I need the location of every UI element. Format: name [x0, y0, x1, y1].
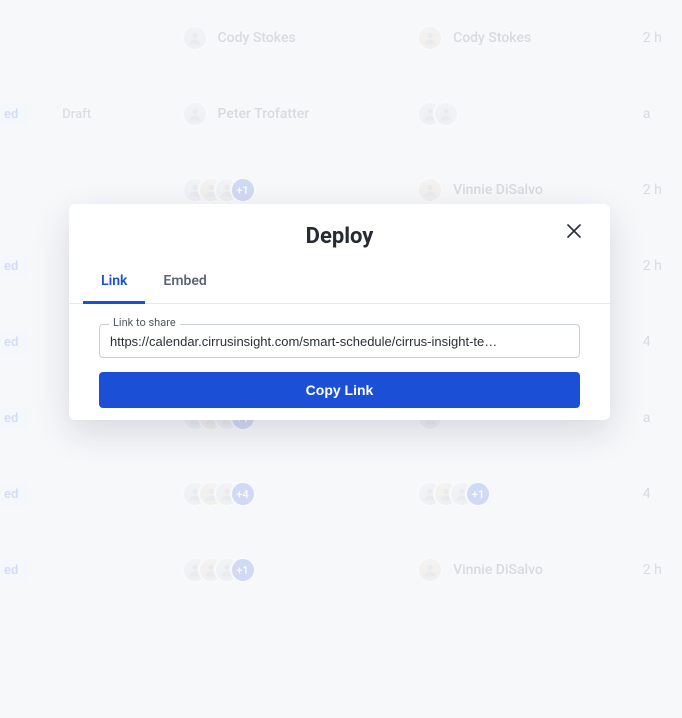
time-text: 4: [643, 334, 651, 350]
link-input[interactable]: [99, 324, 580, 358]
avatar: [417, 557, 443, 583]
time-text: 2 h: [643, 562, 662, 578]
avatar-group: [417, 101, 459, 127]
time-cell: 2 h: [643, 562, 682, 578]
owner-cell: +1: [417, 481, 643, 507]
owner-name: Cody Stokes: [453, 30, 531, 46]
avatar: [182, 25, 208, 51]
shared-cell: +1: [182, 557, 418, 583]
status-badge: ed: [0, 103, 28, 126]
modal-body: Link to share Copy Link: [69, 304, 610, 408]
status-cell: ed: [0, 483, 182, 506]
status-badge: ed: [0, 255, 28, 278]
time-text: a: [643, 106, 651, 122]
avatar-more: +1: [230, 177, 256, 203]
shared-name: Peter Trofatter: [218, 106, 310, 122]
time-text: 2 h: [643, 182, 662, 198]
status-badge: ed: [0, 483, 28, 506]
avatar-group: +1: [417, 481, 491, 507]
table-row: ed +1 Vinnie DiSalvo 2 h: [0, 532, 682, 608]
owner-cell: Cody Stokes: [417, 25, 643, 51]
shared-cell: +4: [182, 481, 418, 507]
status-badge: ed: [0, 559, 28, 582]
time-cell: 4: [643, 486, 682, 502]
deploy-modal: Deploy Link Embed Link to share Copy Lin…: [69, 204, 610, 420]
avatar: [182, 101, 208, 127]
close-button[interactable]: [560, 218, 588, 246]
time-text: a: [643, 410, 651, 426]
owner-name: Vinnie DiSalvo: [453, 562, 543, 578]
shared-cell: +1: [182, 177, 418, 203]
status-cell: ed: [0, 559, 182, 582]
avatar-more: +1: [465, 481, 491, 507]
status-badge: ed: [0, 407, 28, 430]
copy-link-button[interactable]: Copy Link: [99, 372, 580, 408]
tab-embed[interactable]: Embed: [145, 263, 224, 304]
shared-cell: Cody Stokes: [182, 25, 418, 51]
draft-label: Draft: [52, 103, 101, 126]
avatar-group: +1: [182, 557, 256, 583]
modal-title: Deploy: [69, 224, 610, 249]
time-cell: a: [643, 410, 682, 426]
owner-cell: Vinnie DiSalvo: [417, 177, 643, 203]
avatar-more: +1: [230, 557, 256, 583]
avatar-group: +1: [182, 177, 256, 203]
time-text: 4: [643, 486, 651, 502]
time-text: 2 h: [643, 258, 662, 274]
owner-cell: [417, 101, 643, 127]
avatar-more: +4: [230, 481, 256, 507]
avatar-group: [182, 25, 208, 51]
time-cell: 2 h: [643, 258, 682, 274]
owner-cell: Vinnie DiSalvo: [417, 557, 643, 583]
shared-name: Cody Stokes: [218, 30, 296, 46]
avatar-group: +4: [182, 481, 256, 507]
link-field-label: Link to share: [109, 316, 180, 329]
modal-tabs: Link Embed: [69, 263, 610, 304]
table-row: Cody Stokes Cody Stokes 2 h: [0, 0, 682, 76]
avatar: [417, 177, 443, 203]
time-text: 2 h: [643, 30, 662, 46]
link-field-wrap: Link to share: [99, 324, 580, 358]
time-cell: a: [643, 106, 682, 122]
status-badge: ed: [0, 331, 28, 354]
status-cell: ed Draft: [0, 103, 182, 126]
tab-link[interactable]: Link: [83, 263, 145, 304]
table-row: ed Draft Peter Trofatter a: [0, 76, 682, 152]
avatar: [433, 101, 459, 127]
owner-name: Vinnie DiSalvo: [453, 182, 543, 198]
time-cell: 4: [643, 334, 682, 350]
close-icon: [567, 222, 581, 243]
avatar: [417, 25, 443, 51]
time-cell: 2 h: [643, 182, 682, 198]
table-row: ed +4 +1 4: [0, 456, 682, 532]
shared-cell: Peter Trofatter: [182, 101, 418, 127]
time-cell: 2 h: [643, 30, 682, 46]
avatar-group: [182, 101, 208, 127]
